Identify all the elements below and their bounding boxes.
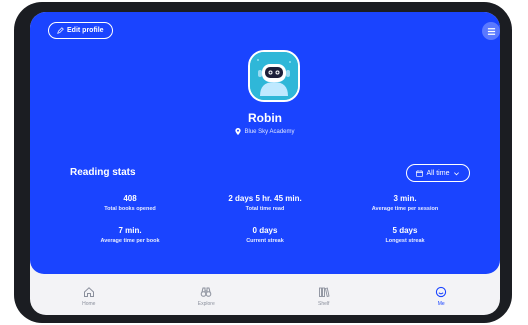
profile-panel: Edit profile Robin Blue Sky Academy Read… xyxy=(30,12,500,274)
stat-value: 2 days 5 hr. 45 min. xyxy=(228,194,302,203)
app-screen: Edit profile Robin Blue Sky Academy Read… xyxy=(30,12,500,315)
stat-value: 0 days xyxy=(252,226,278,235)
profile-school: Blue Sky Academy xyxy=(30,128,500,135)
binoculars-icon xyxy=(200,287,212,297)
stat-label: Average time per session xyxy=(371,206,439,212)
smiley-icon xyxy=(436,286,447,298)
menu-button[interactable] xyxy=(482,22,500,40)
stat-total-time-read: 2 days 5 hr. 45 min. Total time read xyxy=(190,194,340,212)
stat-total-books-opened: 408 Total books opened xyxy=(55,194,205,212)
nav-item-explore[interactable]: Explore xyxy=(148,278,266,315)
stat-average-time-per-book: 7 min. Average time per book xyxy=(55,226,205,244)
stat-value: 7 min. xyxy=(118,226,142,235)
home-icon xyxy=(83,287,94,297)
profile-name: Robin xyxy=(248,111,282,125)
pencil-icon xyxy=(57,27,64,34)
avatar xyxy=(248,50,300,102)
nav-item-me[interactable]: Me xyxy=(383,278,501,315)
nav-item-shelf[interactable]: Shelf xyxy=(265,278,383,315)
school-name: Blue Sky Academy xyxy=(244,128,295,135)
time-filter-label: All time xyxy=(426,169,450,177)
chevron-down-icon xyxy=(454,171,460,175)
nav-label: Me xyxy=(437,301,445,307)
stat-label: Average time per book xyxy=(100,238,160,244)
stat-label: Longest streak xyxy=(385,238,425,244)
hamburger-icon xyxy=(487,27,495,35)
location-pin-icon xyxy=(235,128,242,135)
stat-label: Total time read xyxy=(245,206,285,212)
edit-profile-button[interactable]: Edit profile xyxy=(48,22,113,39)
stat-average-time-per-session: 3 min. Average time per session xyxy=(330,194,480,212)
nav-label: Home xyxy=(82,301,96,307)
robot-avatar-icon xyxy=(250,52,298,100)
stat-label: Current streak xyxy=(246,238,284,244)
bottom-navigation: Home Explore Shelf Me xyxy=(30,278,500,315)
books-icon xyxy=(318,287,330,298)
stat-value: 408 xyxy=(123,194,137,203)
nav-label: Shelf xyxy=(318,301,330,307)
edit-profile-label: Edit profile xyxy=(67,27,104,34)
stat-longest-streak: 5 days Longest streak xyxy=(330,226,480,244)
nav-item-home[interactable]: Home xyxy=(30,278,148,315)
nav-label: Explore xyxy=(197,301,215,307)
calendar-icon xyxy=(415,169,423,177)
stat-value: 3 min. xyxy=(393,194,417,203)
stat-label: Total books opened xyxy=(104,206,156,212)
reading-stats-title: Reading stats xyxy=(70,167,136,178)
stat-current-streak: 0 days Current streak xyxy=(190,226,340,244)
time-filter-dropdown[interactable]: All time xyxy=(406,164,470,182)
stat-value: 5 days xyxy=(392,226,418,235)
